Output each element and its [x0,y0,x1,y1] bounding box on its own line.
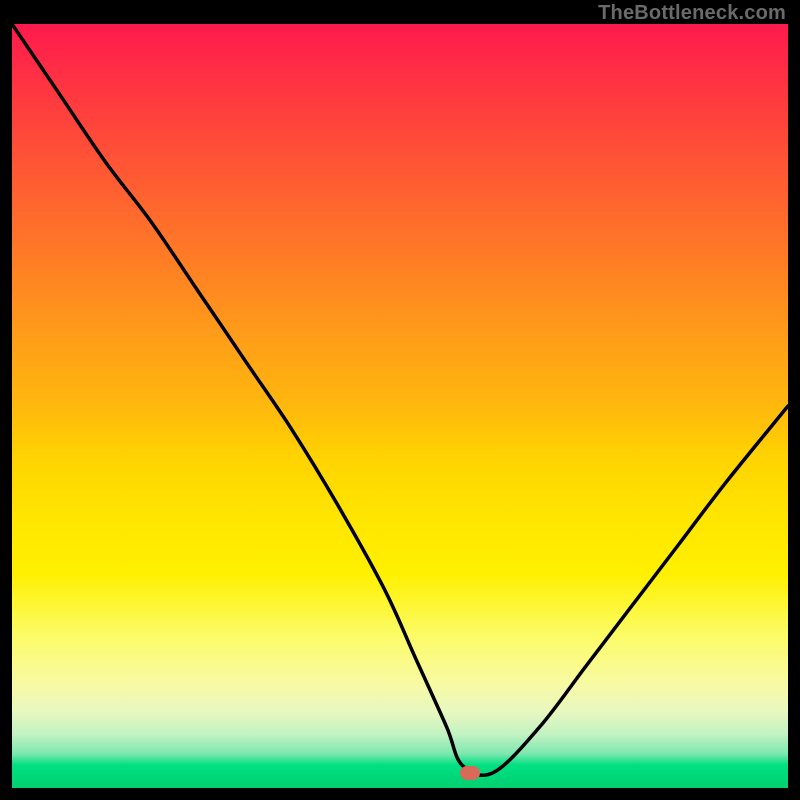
chart-frame: TheBottleneck.com [0,0,800,800]
bottleneck-curve [12,24,788,788]
plot-area [12,24,788,788]
watermark-text: TheBottleneck.com [598,2,786,25]
optimum-marker [460,766,480,780]
